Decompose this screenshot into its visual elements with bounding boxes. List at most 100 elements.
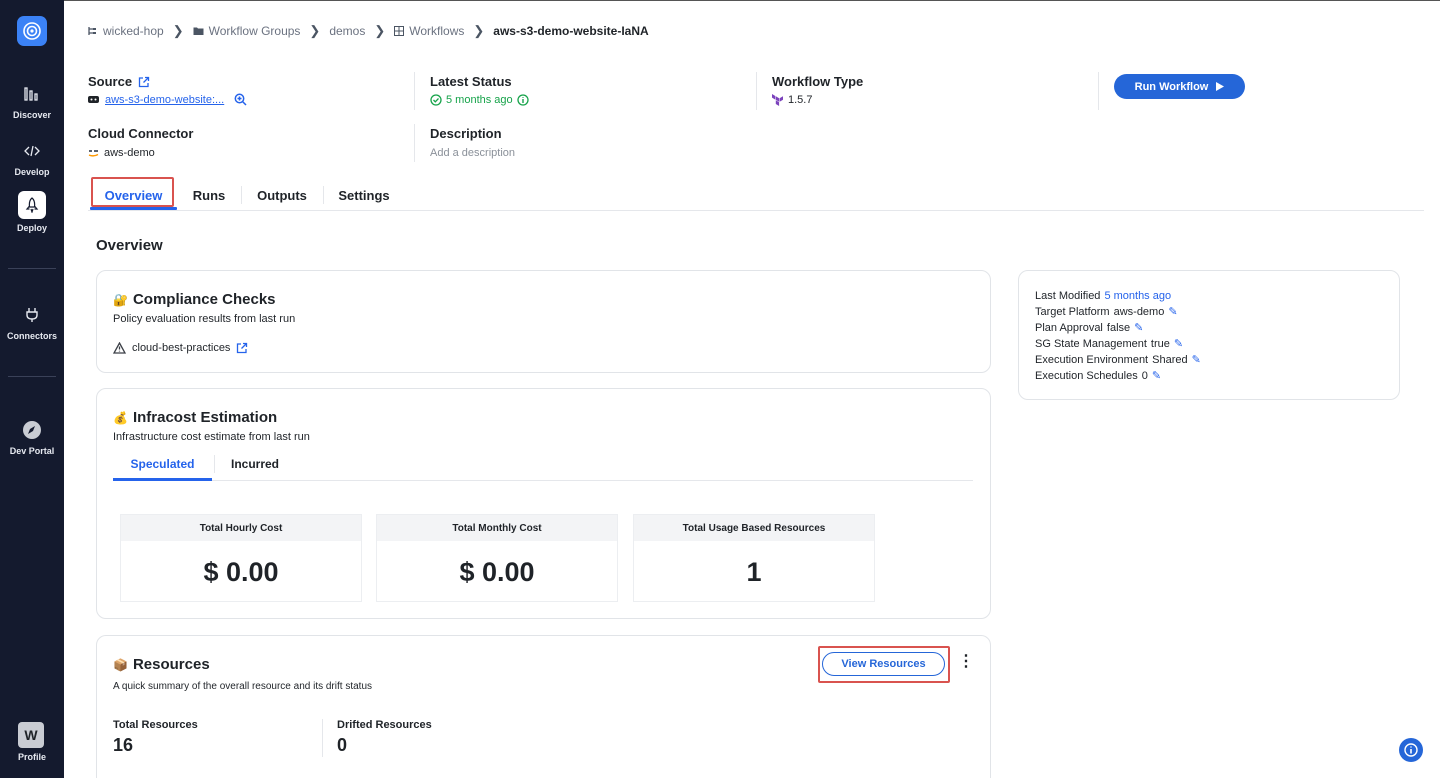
total-resources-value: 16 bbox=[113, 735, 134, 755]
cost-label: Total Hourly Cost bbox=[121, 515, 361, 541]
terraform-icon bbox=[772, 94, 783, 106]
github-icon bbox=[88, 96, 99, 103]
meta-label: SG State Management bbox=[1035, 338, 1147, 350]
hourly-cost-box: Total Hourly Cost $ 0.00 bbox=[120, 514, 362, 602]
resources-title: Resources bbox=[132, 656, 210, 673]
aws-icon bbox=[88, 150, 99, 157]
source-label: Source bbox=[88, 74, 133, 89]
tab-divider bbox=[323, 186, 324, 204]
cost-label: Total Usage Based Resources bbox=[634, 515, 874, 541]
meta-label: Execution Schedules bbox=[1035, 370, 1138, 382]
money-bag-icon: 💰 bbox=[113, 410, 128, 425]
cost-value: $ 0.00 bbox=[203, 556, 279, 587]
info-icon bbox=[1404, 743, 1418, 757]
app-logo[interactable] bbox=[17, 16, 47, 46]
warning-icon bbox=[113, 342, 126, 354]
tab-speculated[interactable]: Speculated bbox=[113, 449, 212, 479]
tab-runs[interactable]: Runs bbox=[182, 180, 236, 210]
sidebar-item-deploy[interactable]: Deploy bbox=[0, 191, 64, 233]
org-icon bbox=[88, 27, 96, 35]
status-label: Latest Status bbox=[430, 74, 512, 89]
meta-label: Execution Environment bbox=[1035, 354, 1149, 366]
usage-resources-box: Total Usage Based Resources 1 bbox=[633, 514, 875, 602]
status-badge: 5 months ago bbox=[446, 94, 513, 106]
drifted-resources-label: Drifted Resources bbox=[337, 719, 432, 731]
meta-value: Shared bbox=[1152, 354, 1188, 366]
cloud-connector-value[interactable]: aws-demo bbox=[104, 147, 155, 159]
grid-icon bbox=[394, 26, 405, 36]
edit-icon[interactable]: ✎ bbox=[1192, 352, 1201, 368]
avatar[interactable]: W bbox=[18, 722, 44, 748]
sidebar-item-develop[interactable]: Develop bbox=[0, 139, 64, 177]
source-block: Source aws-s3-demo-website:... bbox=[88, 74, 247, 106]
top-border bbox=[64, 0, 1440, 1]
zoom-in-icon[interactable] bbox=[234, 93, 247, 106]
source-link[interactable]: aws-s3-demo-website:... bbox=[105, 94, 224, 106]
monthly-cost-box: Total Monthly Cost $ 0.00 bbox=[376, 514, 618, 602]
status-block: Latest Status 5 months ago bbox=[430, 74, 529, 106]
edit-icon[interactable]: ✎ bbox=[1174, 336, 1183, 352]
tab-incurred[interactable]: Incurred bbox=[215, 449, 295, 479]
plug-icon bbox=[26, 308, 38, 322]
run-workflow-label: Run Workflow bbox=[1134, 80, 1209, 93]
breadcrumb-current: aws-s3-demo-website-IaNA bbox=[493, 24, 649, 38]
breadcrumb-group-label: demos bbox=[329, 24, 366, 38]
sidebar-item-dev-portal[interactable]: Dev Portal bbox=[0, 418, 64, 456]
compliance-title: Compliance Checks bbox=[132, 291, 276, 308]
tab-outputs[interactable]: Outputs bbox=[246, 180, 318, 210]
chevron-right-icon: ❯ bbox=[473, 23, 485, 38]
workflow-type-label: Workflow Type bbox=[772, 74, 864, 89]
meta-value: true bbox=[1150, 338, 1170, 350]
tab-bar: Overview Runs Outputs Settings bbox=[88, 180, 1424, 211]
sidebar-item-label: Discover bbox=[12, 110, 52, 120]
policy-item: cloud-best-practices bbox=[113, 342, 248, 354]
play-icon bbox=[1216, 82, 1225, 91]
meta-row: SG State Management true ✎ bbox=[1035, 336, 1201, 352]
breadcrumb-group[interactable]: demos bbox=[329, 24, 365, 38]
breadcrumb-workflow-groups[interactable]: Workflow Groups bbox=[193, 24, 301, 38]
description-block: Description Add a description bbox=[430, 126, 515, 159]
edit-icon[interactable]: ✎ bbox=[1152, 368, 1161, 384]
workflow-type-version: 1.5.7 bbox=[788, 94, 813, 106]
sidebar: Discover Develop Deploy Connectors Dev P… bbox=[0, 0, 64, 778]
divider bbox=[414, 124, 415, 162]
cost-value: $ 0.00 bbox=[459, 556, 535, 587]
divider bbox=[414, 72, 415, 110]
help-button[interactable] bbox=[1399, 738, 1423, 762]
edit-icon[interactable]: ✎ bbox=[1168, 304, 1177, 320]
sidebar-item-label: Develop bbox=[14, 167, 50, 177]
tab-settings[interactable]: Settings bbox=[328, 180, 400, 210]
breadcrumb-groups-label: Workflow Groups bbox=[208, 24, 301, 38]
external-link-icon[interactable] bbox=[138, 76, 150, 88]
bar-chart-icon bbox=[24, 87, 38, 101]
breadcrumb-org-label: wicked-hop bbox=[103, 24, 164, 38]
workflow-meta-card: Last Modified 5 months ago Target Platfor… bbox=[1018, 270, 1400, 400]
meta-row: Plan Approval false ✎ bbox=[1035, 320, 1201, 336]
description-field[interactable]: Add a description bbox=[430, 147, 515, 159]
sidebar-item-label: Deploy bbox=[16, 223, 47, 233]
info-icon[interactable] bbox=[517, 94, 529, 106]
logo-icon bbox=[23, 22, 41, 40]
meta-row: Target Platform aws-demo ✎ bbox=[1035, 304, 1201, 320]
more-options-icon[interactable]: ⋮ bbox=[958, 654, 974, 670]
breadcrumb: wicked-hop ❯ Workflow Groups ❯ demos ❯ W… bbox=[88, 23, 649, 39]
breadcrumb-org[interactable]: wicked-hop bbox=[88, 24, 164, 38]
chevron-right-icon: ❯ bbox=[309, 23, 321, 38]
cloud-connector-label: Cloud Connector bbox=[88, 126, 194, 141]
rocket-icon bbox=[25, 197, 39, 213]
meta-label: Last Modified bbox=[1035, 290, 1101, 302]
external-link-icon[interactable] bbox=[236, 342, 248, 354]
tab-divider bbox=[241, 186, 242, 204]
box-icon: 📦 bbox=[113, 657, 128, 672]
sidebar-item-connectors[interactable]: Connectors bbox=[0, 303, 64, 341]
policy-name: cloud-best-practices bbox=[132, 342, 231, 354]
edit-icon[interactable]: ✎ bbox=[1134, 320, 1143, 336]
folder-icon bbox=[193, 27, 204, 35]
breadcrumb-workflows[interactable]: Workflows bbox=[394, 24, 464, 38]
highlight-box bbox=[91, 177, 174, 207]
profile-label: Profile bbox=[17, 752, 46, 762]
run-workflow-button[interactable]: Run Workflow bbox=[1114, 74, 1245, 99]
sidebar-item-discover[interactable]: Discover bbox=[0, 82, 64, 120]
chevron-right-icon: ❯ bbox=[172, 23, 184, 38]
description-label: Description bbox=[430, 126, 502, 141]
